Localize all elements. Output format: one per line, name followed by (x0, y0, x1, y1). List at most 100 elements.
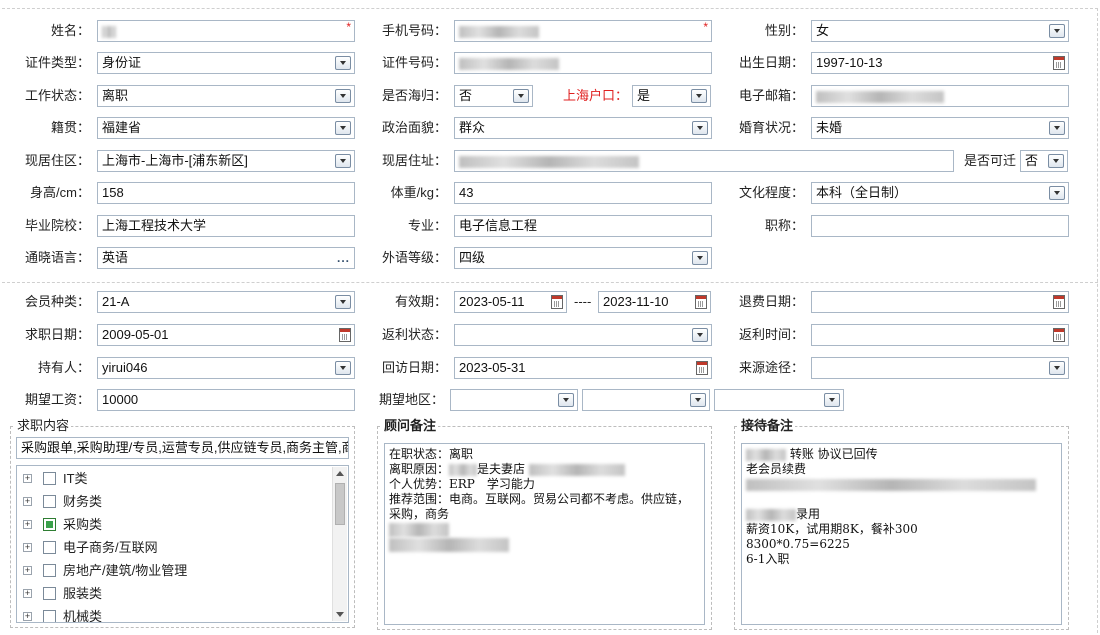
political-select[interactable]: 群众 (454, 117, 712, 139)
source-select[interactable] (811, 357, 1069, 379)
dropdown-arrow-icon[interactable] (1049, 121, 1065, 135)
id-number-field[interactable] (454, 52, 712, 74)
residence-area-select[interactable]: 上海市-上海市-[浦东新区] (97, 150, 355, 172)
note-line (746, 492, 1057, 507)
phone-field[interactable]: * (454, 20, 712, 42)
weight-field[interactable]: 43 (454, 182, 712, 204)
checkbox[interactable] (43, 541, 56, 554)
dropdown-arrow-icon[interactable] (692, 328, 708, 342)
dropdown-arrow-icon[interactable] (335, 56, 351, 70)
dropdown-arrow-icon[interactable] (1048, 154, 1064, 168)
expected-salary-field[interactable]: 10000 (97, 389, 355, 411)
scroll-down-icon[interactable] (336, 612, 344, 617)
checkbox[interactable] (43, 587, 56, 600)
dropdown-arrow-icon[interactable] (335, 154, 351, 168)
expected-region-label: 期望地区： (378, 392, 444, 407)
validity-end-field[interactable]: 2023-11-10 (598, 291, 711, 313)
rebate-time-field[interactable] (811, 324, 1069, 346)
email-field[interactable] (811, 85, 1069, 107)
job-date-field[interactable]: 2009-05-01 (97, 324, 355, 346)
tree-node-label: 服装类 (63, 586, 103, 601)
phone-label: 手机号码： (381, 23, 447, 38)
checkbox[interactable] (43, 472, 56, 485)
shanghai-hukou-select[interactable]: 是 (632, 85, 711, 107)
rebate-status-select[interactable] (454, 324, 712, 346)
returnee-select[interactable]: 否 (454, 85, 533, 107)
dropdown-arrow-icon[interactable] (1049, 361, 1065, 375)
expand-icon[interactable]: + (23, 543, 32, 552)
name-field[interactable]: * (97, 20, 355, 42)
checkbox[interactable] (43, 564, 56, 577)
revisit-date-field[interactable]: 2023-05-31 (454, 357, 712, 379)
dropdown-arrow-icon[interactable] (335, 361, 351, 375)
expand-icon[interactable]: + (23, 566, 32, 575)
dropdown-arrow-icon[interactable] (1049, 186, 1065, 200)
note-text: 转账 协议已回传 (789, 447, 878, 461)
dropdown-arrow-icon[interactable] (335, 121, 351, 135)
member-type-select[interactable]: 21-A (97, 291, 355, 313)
date-range-separator: ---- (574, 294, 592, 309)
marital-select[interactable]: 未婚 (811, 117, 1069, 139)
id-type-select[interactable]: 身份证 (97, 52, 355, 74)
language-field[interactable]: 英语 ... (97, 247, 355, 269)
advisor-notes-textarea[interactable]: 在职状态：离职 离职原因： 是夫妻店 个人优势：ERP 学习能力 推荐范围：电商。互联… (384, 443, 705, 625)
checkbox[interactable] (43, 610, 56, 622)
education-select[interactable]: 本科（全日制） (811, 182, 1069, 204)
required-mark: * (346, 20, 351, 34)
calendar-icon[interactable] (695, 295, 707, 309)
job-category-tree[interactable]: + IT类 + 财务类 + 采购类 + 电子商务/互联网 + 房地产/建筑/物业… (16, 465, 349, 623)
gender-select[interactable]: 女 (811, 20, 1069, 42)
scroll-up-icon[interactable] (336, 471, 344, 476)
expand-icon[interactable]: + (23, 589, 32, 598)
calendar-icon[interactable] (1053, 328, 1065, 342)
calendar-icon[interactable] (551, 295, 563, 309)
region-city-select[interactable] (582, 389, 710, 411)
region-province-select[interactable] (450, 389, 578, 411)
dropdown-arrow-icon[interactable] (692, 121, 708, 135)
scroll-thumb[interactable] (335, 483, 345, 525)
school-field[interactable]: 上海工程技术大学 (97, 215, 355, 237)
job-content-summary[interactable]: 采购跟单,采购助理/专员,运营专员,供应链专员,商务主管,商 (16, 437, 349, 459)
region-district-select[interactable] (714, 389, 844, 411)
school-value: 上海工程技术大学 (102, 218, 207, 233)
language-level-select[interactable]: 四级 (454, 247, 712, 269)
major-field[interactable]: 电子信息工程 (454, 215, 712, 237)
job-title-field[interactable] (811, 215, 1069, 237)
dropdown-arrow-icon[interactable] (690, 393, 706, 407)
refund-date-field[interactable] (811, 291, 1069, 313)
calendar-icon[interactable] (339, 328, 351, 342)
expand-icon[interactable]: + (23, 474, 32, 483)
expand-icon[interactable]: + (23, 497, 32, 506)
expand-icon[interactable]: + (23, 612, 32, 621)
birth-date-field[interactable]: 1997-10-13 (811, 52, 1069, 74)
native-place-select[interactable]: 福建省 (97, 117, 355, 139)
dropdown-arrow-icon[interactable] (1049, 24, 1065, 38)
dropdown-arrow-icon[interactable] (513, 89, 529, 103)
dropdown-arrow-icon[interactable] (335, 295, 351, 309)
dropdown-arrow-icon[interactable] (692, 251, 708, 265)
dropdown-arrow-icon[interactable] (691, 89, 707, 103)
calendar-icon[interactable] (1053, 56, 1065, 70)
redacted-value (816, 90, 944, 103)
dropdown-arrow-icon[interactable] (335, 89, 351, 103)
relocate-select[interactable]: 否 (1020, 150, 1068, 172)
validity-start-field[interactable]: 2023-05-11 (454, 291, 567, 313)
work-status-select[interactable]: 离职 (97, 85, 355, 107)
address-field[interactable] (454, 150, 954, 172)
dropdown-arrow-icon[interactable] (558, 393, 574, 407)
tree-scrollbar[interactable] (332, 467, 347, 621)
dropdown-arrow-icon[interactable] (824, 393, 840, 407)
checkbox[interactable] (43, 495, 56, 508)
tree-node-label: IT类 (63, 471, 88, 486)
more-options-icon[interactable]: ... (337, 251, 350, 265)
calendar-icon[interactable] (1053, 295, 1065, 309)
expand-icon[interactable]: + (23, 520, 32, 529)
redacted-value (449, 463, 478, 476)
calendar-icon[interactable] (696, 361, 708, 375)
reception-notes-textarea[interactable]: 转账 协议已回传 老会员续费 录用 薪资10K，试用期8K，餐补300 8300*0.… (741, 443, 1062, 625)
height-value: 158 (102, 185, 124, 200)
height-field[interactable]: 158 (97, 182, 355, 204)
checkbox-checked[interactable] (43, 518, 56, 531)
note-line: 老会员续费 (746, 462, 807, 476)
holder-select[interactable]: yirui046 (97, 357, 355, 379)
